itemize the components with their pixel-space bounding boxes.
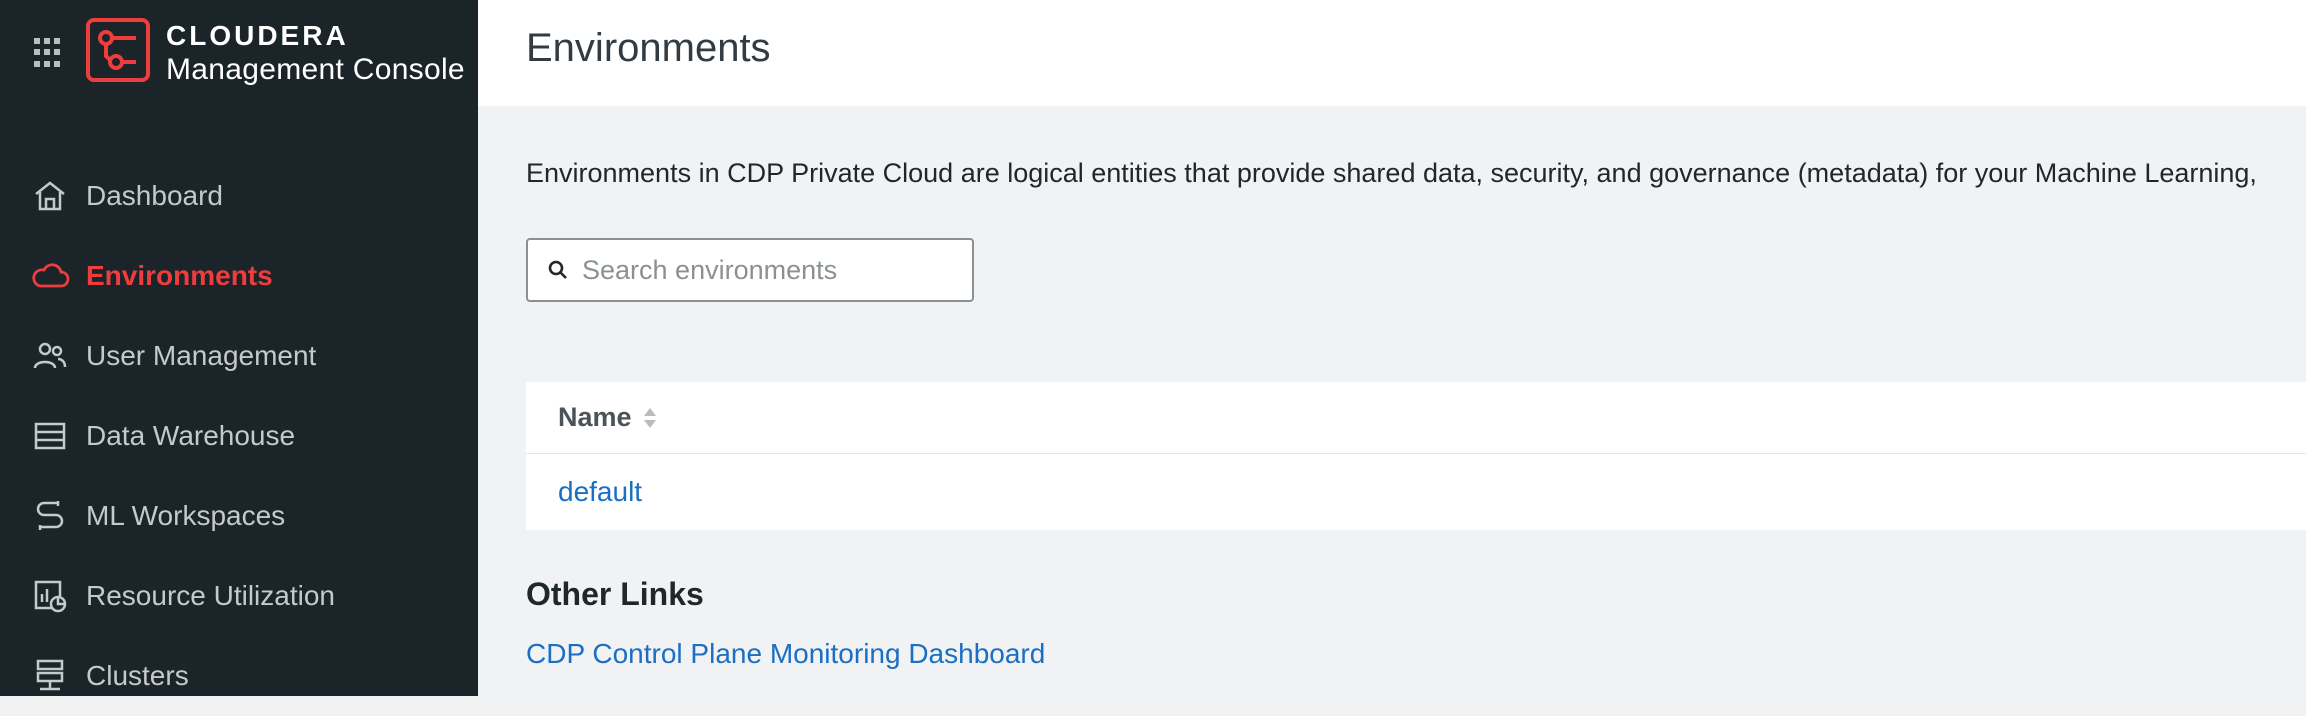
cdp-monitoring-dashboard-link[interactable]: CDP Control Plane Monitoring Dashboard <box>526 638 1045 670</box>
environment-link-default[interactable]: default <box>558 476 642 508</box>
warehouse-icon <box>30 416 70 456</box>
sidebar-item-label: Clusters <box>86 660 189 691</box>
cloud-icon <box>30 256 70 296</box>
resource-utilization-icon <box>30 576 70 616</box>
environments-table: Name default <box>526 382 2306 530</box>
brand: CLOUDERA Management Console <box>166 20 465 88</box>
clusters-icon <box>30 656 70 696</box>
sidebar: CLOUDERA Management Console Dashboard En… <box>0 0 478 696</box>
sidebar-nav: Dashboard Environments User Management D… <box>0 156 478 716</box>
column-header-label: Name <box>558 402 632 432</box>
home-icon <box>30 176 70 216</box>
sidebar-item-ml-workspaces[interactable]: ML Workspaces <box>0 476 478 556</box>
sidebar-item-data-warehouse[interactable]: Data Warehouse <box>0 396 478 476</box>
sidebar-item-label: Dashboard <box>86 180 223 211</box>
search-icon <box>548 260 567 279</box>
ml-workspaces-icon <box>30 496 70 536</box>
sidebar-item-label: Data Warehouse <box>86 420 296 451</box>
page-description: Environments in CDP Private Cloud are lo… <box>526 158 2257 188</box>
other-links-heading: Other Links <box>526 576 704 612</box>
page-header: Environments <box>478 0 2306 106</box>
product-name: Management Console <box>166 53 465 86</box>
brand-name: CLOUDERA <box>166 20 349 51</box>
sidebar-item-clusters[interactable]: Clusters <box>0 636 478 716</box>
column-header-name[interactable]: Name <box>558 402 658 433</box>
sidebar-item-dashboard[interactable]: Dashboard <box>0 156 478 236</box>
users-icon <box>30 336 70 376</box>
sidebar-item-resource-utilization[interactable]: Resource Utilization <box>0 556 478 636</box>
cloudera-logo-icon <box>86 18 150 82</box>
main-content: Environments Environments in CDP Private… <box>478 0 2306 696</box>
search-box[interactable] <box>526 238 974 302</box>
table-row: default <box>526 454 2306 530</box>
search-input[interactable] <box>582 254 962 286</box>
table-header: Name <box>526 382 2306 454</box>
app-switcher-grid-icon[interactable] <box>34 38 64 68</box>
sidebar-item-user-management[interactable]: User Management <box>0 316 478 396</box>
sidebar-item-label: Resource Utilization <box>86 580 335 611</box>
sidebar-item-label: User Management <box>86 340 317 371</box>
sidebar-item-label: Environments <box>86 260 273 291</box>
sidebar-item-environments[interactable]: Environments <box>0 236 478 316</box>
sidebar-item-label: ML Workspaces <box>86 500 286 531</box>
sort-icon[interactable] <box>642 404 658 432</box>
page-title: Environments <box>526 26 771 70</box>
